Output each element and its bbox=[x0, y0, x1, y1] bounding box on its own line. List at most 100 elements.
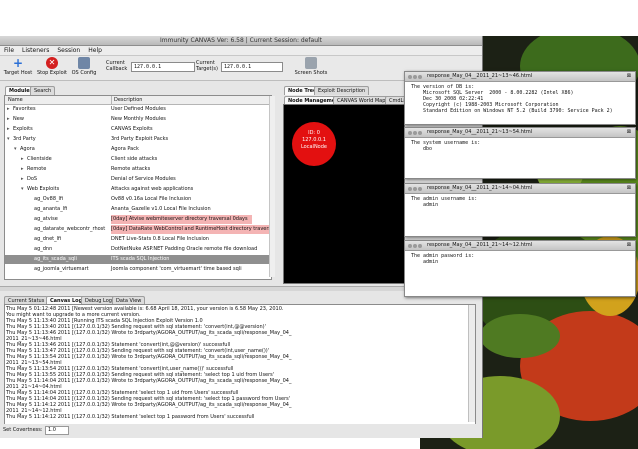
current-targets-label: Current Target(s) bbox=[196, 60, 218, 72]
stop-exploit-button[interactable]: ✕ Stop Exploit bbox=[36, 57, 68, 76]
module-description: [0day] Atvise webmiteserver directory tr… bbox=[111, 215, 252, 224]
module-description: Ananta_Gazelle v1.0 Local File Inclusion bbox=[111, 206, 211, 212]
column-name-header[interactable]: Name bbox=[8, 96, 23, 104]
module-name-text: ag_Ov88_lfi bbox=[34, 196, 64, 202]
camera-icon bbox=[305, 57, 317, 69]
module-description: Agora Pack bbox=[111, 146, 139, 152]
module-description: ITS scada SQL Injection bbox=[111, 256, 170, 262]
module-row[interactable]: ▸ Remote Remote attacks bbox=[5, 165, 269, 174]
module-name-text: ag_atvise bbox=[34, 216, 58, 222]
response-body: The system username is: dbo bbox=[411, 140, 481, 152]
module-name: ag_dnn bbox=[28, 245, 52, 254]
log-line: Thu May 5 11:14:12 2011 [(127.0.0.1/32) … bbox=[6, 414, 255, 420]
node-name: LocalNode bbox=[300, 144, 327, 150]
menu-file[interactable]: File bbox=[0, 46, 18, 55]
response-title: response_May_04__2011_21~13~54.html bbox=[427, 129, 533, 135]
column-description-header[interactable]: Description bbox=[111, 96, 142, 104]
module-name-text: Clientside bbox=[27, 156, 52, 162]
module-row[interactable]: ▸ New New Monthly Modules bbox=[5, 115, 269, 124]
close-icon[interactable]: ⊠ bbox=[627, 72, 631, 81]
module-row[interactable]: ▸ Favorites User Defined Modules bbox=[5, 105, 269, 114]
response-title: response_May_04__2011_21~13~46.html bbox=[427, 73, 533, 79]
node-ip: 127.0.0.1 bbox=[302, 137, 326, 143]
module-name: ag_Ov88_lfi bbox=[28, 195, 63, 204]
window-controls[interactable] bbox=[408, 186, 423, 195]
tab-search[interactable]: Search bbox=[30, 86, 56, 95]
module-row[interactable]: ag_joomla_virtuemart Joomla component 'co… bbox=[5, 265, 269, 274]
module-name: ag_joomla_virtuemart bbox=[28, 265, 89, 274]
log-scrollbar[interactable] bbox=[468, 305, 475, 422]
close-icon[interactable]: ⊠ bbox=[627, 241, 631, 250]
module-name: ▾ Web Exploits bbox=[21, 185, 59, 194]
modules-header: Name Description bbox=[5, 96, 269, 105]
current-callback-field[interactable]: 127.0.0.1 bbox=[131, 62, 195, 72]
close-icon[interactable]: ⊠ bbox=[627, 184, 631, 193]
module-name: ag_ananta_lfi bbox=[28, 205, 67, 214]
window-controls[interactable] bbox=[408, 130, 423, 139]
current-callback-label: Current Callback bbox=[106, 60, 128, 72]
module-name-text: ag_dnet_lfi bbox=[34, 236, 62, 242]
local-node[interactable]: ID: 0 127.0.0.1 LocalNode bbox=[292, 122, 336, 166]
window-controls[interactable] bbox=[408, 243, 423, 252]
module-row[interactable]: ag_atvise [0day] Atvise webmiteserver dir… bbox=[5, 215, 269, 224]
module-name: ▸ New bbox=[7, 115, 24, 124]
os-config-button[interactable]: OS Config bbox=[70, 57, 98, 76]
module-name: ▸ Clientside bbox=[21, 155, 52, 164]
status-bar: Set Covertness: 1.0 bbox=[0, 424, 482, 436]
menu-session[interactable]: Session bbox=[53, 46, 84, 55]
module-description: New Monthly Modules bbox=[111, 116, 166, 122]
response-window-3: response_May_04__2011_21~14~04.html ⊠ The… bbox=[404, 183, 636, 237]
module-row[interactable]: ag_datarate_webcontr_rhost [0day] DataRat… bbox=[5, 225, 269, 234]
module-name-text: DoS bbox=[27, 176, 38, 182]
plus-icon: + bbox=[12, 56, 24, 70]
window-title: Immunity CANVAS Ver: 6.58 | Current Sess… bbox=[0, 36, 482, 46]
modules-scrollbar[interactable] bbox=[269, 96, 275, 277]
module-description: DNET Live-Stats 0.8 Local File Inclusion bbox=[111, 236, 209, 242]
module-name-text: ag_datarate_webcontr_rhost bbox=[34, 226, 106, 232]
menu-help[interactable]: Help bbox=[84, 46, 106, 55]
module-name: ▸ Remote bbox=[21, 165, 46, 174]
covertness-label: Set Covertness: bbox=[3, 427, 43, 433]
module-row[interactable]: ag_dnet_lfi DNET Live-Stats 0.8 Local Fil… bbox=[5, 235, 269, 244]
module-name-text: Favorites bbox=[13, 106, 36, 112]
module-row[interactable]: ▾ Web Exploits Attacks against web applica… bbox=[5, 185, 269, 194]
response-window-4: response_May_04__2011_21~14~12.html ⊠ The… bbox=[404, 240, 636, 297]
module-name-text: ag_dnn bbox=[34, 246, 53, 252]
screen-shots-button[interactable]: Screen Shots bbox=[292, 57, 330, 76]
module-name-text: New bbox=[13, 116, 24, 122]
module-row[interactable]: ▸ Clientside Client side attacks bbox=[5, 155, 269, 164]
module-row[interactable]: ▾ Agora Agora Pack bbox=[5, 145, 269, 154]
module-name-text: Agora bbox=[20, 146, 35, 152]
window-controls[interactable] bbox=[408, 74, 423, 83]
module-name: ▸ DoS bbox=[21, 175, 37, 184]
module-row[interactable]: ▸ DoS Denial of Service Modules bbox=[5, 175, 269, 184]
menu-listeners[interactable]: Listeners bbox=[18, 46, 53, 55]
current-targets-field[interactable]: 127.0.0.1 bbox=[221, 62, 283, 72]
module-name-text: ag_its_scada_sqli bbox=[34, 256, 77, 262]
response-title: response_May_04__2011_21~14~04.html bbox=[427, 185, 533, 191]
module-name-text: Web Exploits bbox=[27, 186, 60, 192]
module-name: ag_datarate_webcontr_rhost bbox=[28, 225, 105, 234]
module-description: 3rd Party Exploit Packs bbox=[111, 136, 169, 142]
module-row[interactable]: ▸ Exploits CANVAS Exploits bbox=[5, 125, 269, 134]
tab-exploit-description[interactable]: Exploit Description bbox=[314, 86, 370, 95]
module-description: CANVAS Exploits bbox=[111, 126, 153, 132]
module-row[interactable]: ag_ananta_lfi Ananta_Gazelle v1.0 Local F… bbox=[5, 205, 269, 214]
module-name: ag_dnet_lfi bbox=[28, 235, 61, 244]
module-name: ag_its_scada_sqli bbox=[28, 255, 77, 264]
module-description: Client side attacks bbox=[111, 156, 158, 162]
response-title: response_May_04__2011_21~14~12.html bbox=[427, 242, 533, 248]
close-icon[interactable]: ⊠ bbox=[627, 128, 631, 137]
module-name: ag_atvise bbox=[28, 215, 58, 224]
module-description: Denial of Service Modules bbox=[111, 176, 176, 182]
module-name-text: ag_ananta_lfi bbox=[34, 206, 68, 212]
covertness-field[interactable]: 1.0 bbox=[45, 426, 69, 435]
target-host-button[interactable]: + Target Host bbox=[2, 57, 34, 76]
module-description: Ov88 v0.16a Local File Inclusion bbox=[111, 196, 192, 202]
module-row[interactable]: ag_dnn DotNetNuke ASP.NET Padding Oracle … bbox=[5, 245, 269, 254]
module-row[interactable]: ▾ 3rd Party 3rd Party Exploit Packs bbox=[5, 135, 269, 144]
module-description: [0day] DataRate WebControl and RuntimeHo… bbox=[111, 225, 269, 234]
module-name-text: ag_joomla_virtuemart bbox=[34, 266, 89, 272]
module-row[interactable]: ag_Ov88_lfi Ov88 v0.16a Local File Inclus… bbox=[5, 195, 269, 204]
module-row[interactable]: ag_its_scada_sqli ITS scada SQL Injection bbox=[5, 255, 269, 264]
